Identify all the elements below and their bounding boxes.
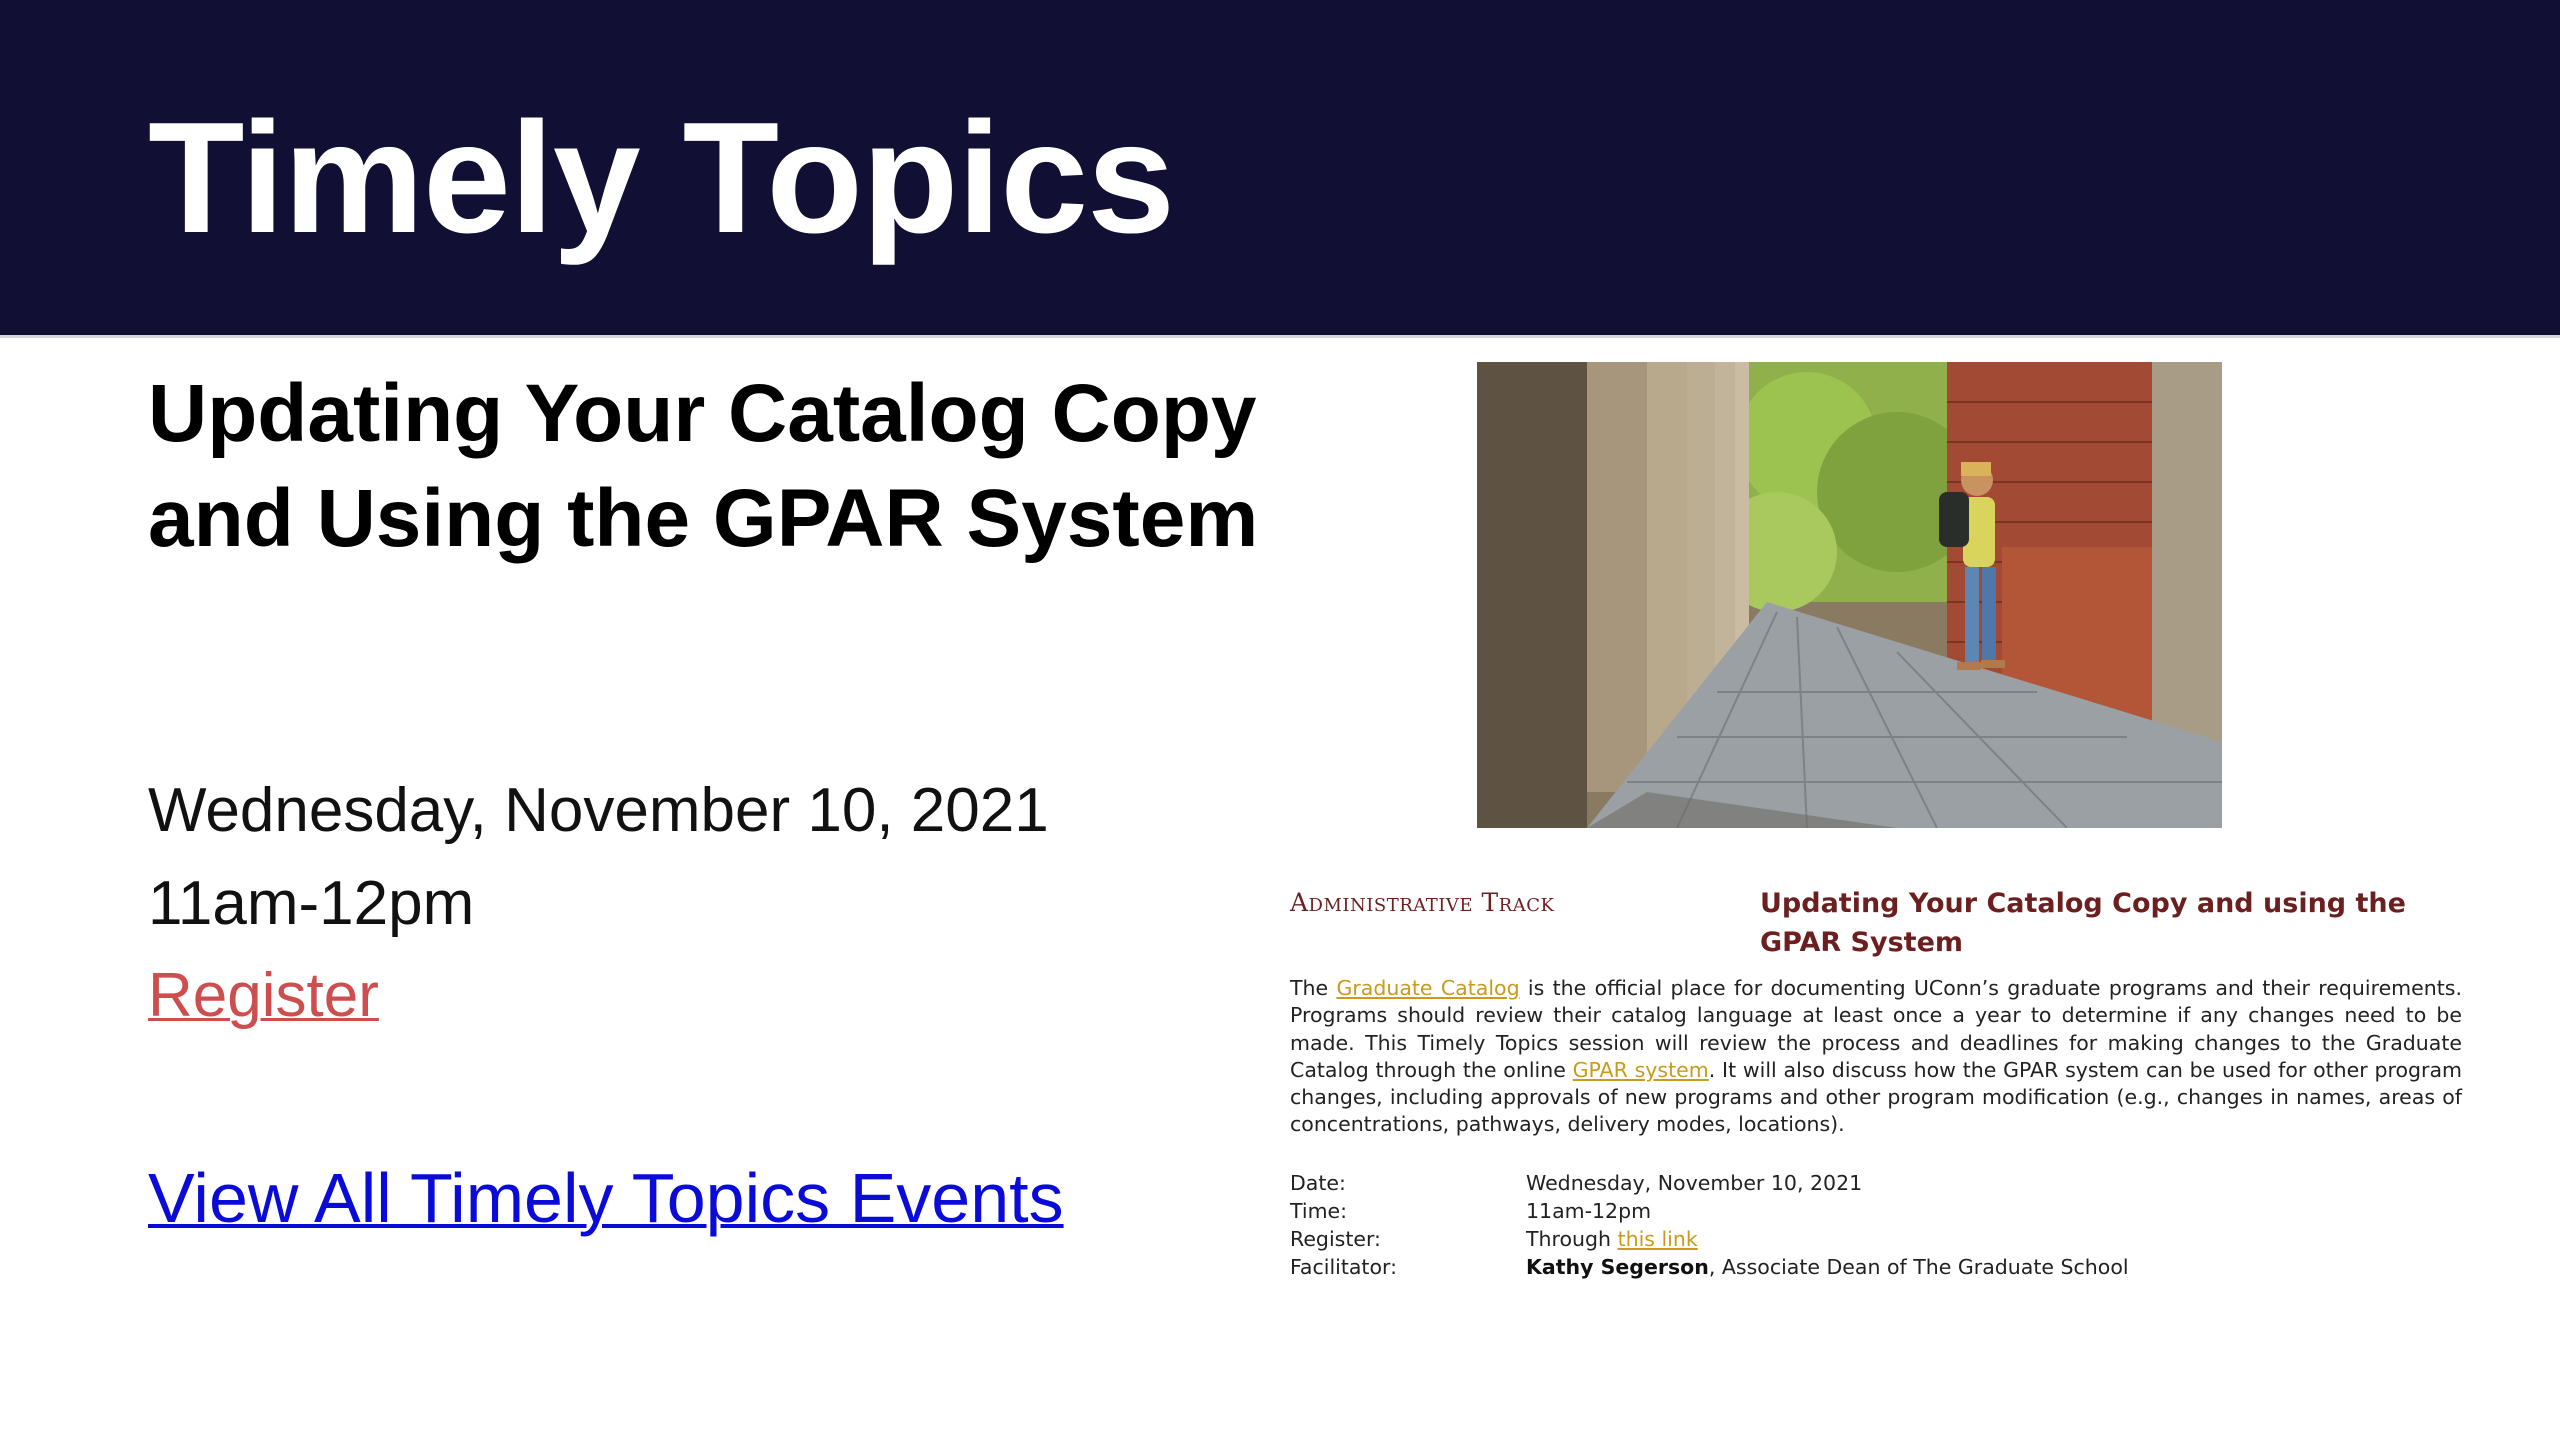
facilitator-role: , Associate Dean of The Graduate School <box>1708 1254 2129 1279</box>
detail-value: Kathy Segerson, Associate Dean of The Gr… <box>1526 1254 2129 1282</box>
detail-row-register: Register: Through this link <box>1290 1226 2465 1254</box>
page-title: Timely Topics <box>148 90 1175 266</box>
session-info: Updating Your Catalog Copy and Using the… <box>148 362 1278 572</box>
detail-row-facilitator: Facilitator: Kathy Segerson, Associate D… <box>1290 1254 2465 1282</box>
view-all-events-link[interactable]: View All Timely Topics Events <box>148 1158 1064 1238</box>
detail-label: Time: <box>1290 1198 1348 1223</box>
detail-value: Through this link <box>1526 1226 1698 1254</box>
detail-label: Register: <box>1290 1226 1381 1251</box>
flyer-track: Administrative Track <box>1290 888 1555 917</box>
graduate-catalog-link[interactable]: Graduate Catalog <box>1336 976 1519 1000</box>
flyer-details: Date: Wednesday, November 10, 2021 Time:… <box>1290 1170 2465 1282</box>
session-date: Wednesday, November 10, 2021 <box>148 776 1049 845</box>
detail-value: Wednesday, November 10, 2021 <box>1526 1171 1863 1195</box>
session-time: 11am-12pm <box>148 869 475 938</box>
register-link[interactable]: Register <box>148 960 379 1031</box>
facilitator-name: Kathy Segerson <box>1526 1254 1709 1279</box>
flyer-title: Updating Your Catalog Copy and using the… <box>1760 888 2406 959</box>
this-link[interactable]: this link <box>1618 1227 1698 1251</box>
campus-photo-illustration <box>1477 362 2222 828</box>
detail-label: Facilitator: <box>1290 1254 1397 1279</box>
campus-photo <box>1477 362 2222 828</box>
flyer-body-text: The <box>1290 976 1337 1000</box>
header-banner: Timely Topics <box>0 0 2560 338</box>
register-prefix: Through <box>1526 1226 1618 1251</box>
detail-value: 11am-12pm <box>1526 1198 1652 1223</box>
gpar-system-link[interactable]: GPAR system <box>1573 1058 1709 1082</box>
detail-row-date: Date: Wednesday, November 10, 2021 <box>1290 1170 2465 1198</box>
session-title: Updating Your Catalog Copy and Using the… <box>148 368 1259 564</box>
detail-label: Date: <box>1290 1171 1346 1195</box>
detail-row-time: Time: 11am-12pm <box>1290 1198 2465 1226</box>
flyer-description: The Graduate Catalog is the official pla… <box>1290 975 2462 1139</box>
